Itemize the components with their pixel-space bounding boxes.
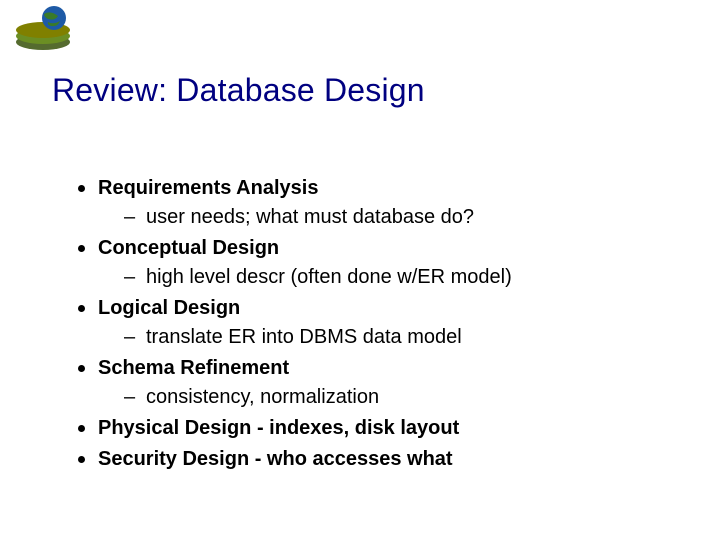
bullet-label: Schema Refinement (98, 357, 289, 379)
bullet-label: Logical Design (98, 297, 240, 319)
bullet-label: Conceptual Design (98, 237, 279, 259)
bullet-label: Physical Design - indexes, disk layout (98, 417, 459, 439)
slide-title: Review: Database Design (52, 72, 425, 109)
bullet-item: Logical Design translate ER into DBMS da… (74, 294, 654, 352)
slide-body: Requirements Analysis user needs; what m… (74, 174, 654, 476)
bullet-item: Requirements Analysis user needs; what m… (74, 174, 654, 232)
bullet-item: Schema Refinement consistency, normaliza… (74, 354, 654, 412)
bullet-item: Security Design - who accesses what (74, 445, 654, 474)
database-globe-logo-icon (14, 6, 72, 52)
bullet-item: Conceptual Design high level descr (ofte… (74, 234, 654, 292)
bullet-label: Requirements Analysis (98, 177, 318, 199)
sub-bullet: user needs; what must database do? (120, 203, 654, 232)
sub-bullet: high level descr (often done w/ER model) (120, 263, 654, 292)
sub-bullet: translate ER into DBMS data model (120, 323, 654, 352)
bullet-label: Security Design - who accesses what (98, 448, 453, 470)
sub-bullet: consistency, normalization (120, 383, 654, 412)
bullet-item: Physical Design - indexes, disk layout (74, 414, 654, 443)
